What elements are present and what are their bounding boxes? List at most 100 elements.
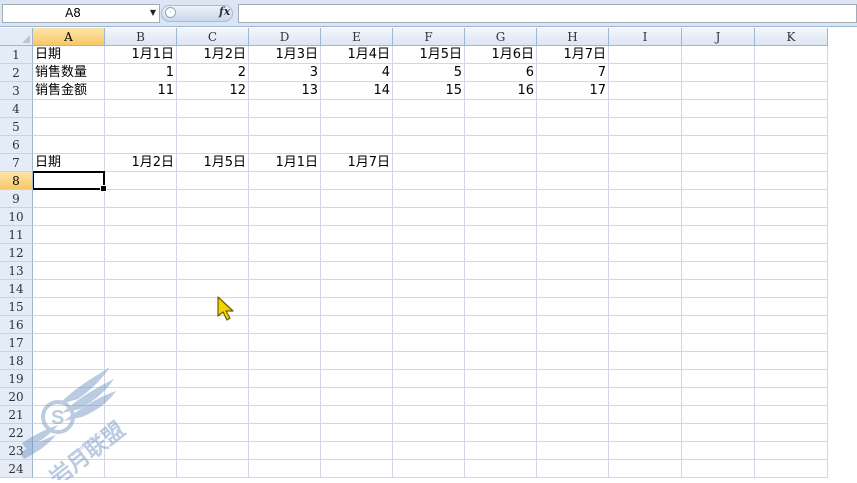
cell-c13[interactable]: [177, 262, 249, 280]
cell-b11[interactable]: [105, 226, 177, 244]
cell-d22[interactable]: [249, 424, 321, 442]
cell-k2[interactable]: [755, 64, 828, 82]
cell-h17[interactable]: [537, 334, 609, 352]
cell-i22[interactable]: [609, 424, 682, 442]
cell-b21[interactable]: [105, 406, 177, 424]
cell-g9[interactable]: [465, 190, 537, 208]
cell-c8[interactable]: [177, 172, 249, 190]
cell-b20[interactable]: [105, 388, 177, 406]
cell-c12[interactable]: [177, 244, 249, 262]
cell-j13[interactable]: [682, 262, 755, 280]
cell-i7[interactable]: [609, 154, 682, 172]
cell-f3[interactable]: 15: [393, 82, 465, 100]
row-header-19[interactable]: 19: [0, 370, 33, 388]
cell-k4[interactable]: [755, 100, 828, 118]
cell-f16[interactable]: [393, 316, 465, 334]
cell-h22[interactable]: [537, 424, 609, 442]
cell-a2[interactable]: 销售数量: [33, 64, 105, 82]
cell-g16[interactable]: [465, 316, 537, 334]
cell-i3[interactable]: [609, 82, 682, 100]
cell-d18[interactable]: [249, 352, 321, 370]
cell-a18[interactable]: [33, 352, 105, 370]
cell-f12[interactable]: [393, 244, 465, 262]
column-header-e[interactable]: E: [321, 28, 393, 46]
cell-k16[interactable]: [755, 316, 828, 334]
cell-j23[interactable]: [682, 442, 755, 460]
cell-f6[interactable]: [393, 136, 465, 154]
cell-f11[interactable]: [393, 226, 465, 244]
cell-h18[interactable]: [537, 352, 609, 370]
cell-g23[interactable]: [465, 442, 537, 460]
collapse-circle-icon[interactable]: ·: [165, 7, 176, 18]
row-header-4[interactable]: 4: [0, 100, 33, 118]
cell-e13[interactable]: [321, 262, 393, 280]
cell-f13[interactable]: [393, 262, 465, 280]
row-header-13[interactable]: 13: [0, 262, 33, 280]
cell-i16[interactable]: [609, 316, 682, 334]
cell-c9[interactable]: [177, 190, 249, 208]
row-header-3[interactable]: 3: [0, 82, 33, 100]
cell-i5[interactable]: [609, 118, 682, 136]
cell-h10[interactable]: [537, 208, 609, 226]
cell-f1[interactable]: 1月5日: [393, 46, 465, 64]
cell-f23[interactable]: [393, 442, 465, 460]
cell-k21[interactable]: [755, 406, 828, 424]
row-header-6[interactable]: 6: [0, 136, 33, 154]
cell-b23[interactable]: [105, 442, 177, 460]
cell-g8[interactable]: [465, 172, 537, 190]
cell-k23[interactable]: [755, 442, 828, 460]
cell-f4[interactable]: [393, 100, 465, 118]
select-all-button[interactable]: [0, 28, 33, 46]
cell-f14[interactable]: [393, 280, 465, 298]
column-header-h[interactable]: H: [537, 28, 609, 46]
cell-c16[interactable]: [177, 316, 249, 334]
cell-k11[interactable]: [755, 226, 828, 244]
cell-g12[interactable]: [465, 244, 537, 262]
cell-k22[interactable]: [755, 424, 828, 442]
cell-k12[interactable]: [755, 244, 828, 262]
cell-a23[interactable]: [33, 442, 105, 460]
cell-e19[interactable]: [321, 370, 393, 388]
column-header-d[interactable]: D: [249, 28, 321, 46]
cell-h21[interactable]: [537, 406, 609, 424]
cell-d10[interactable]: [249, 208, 321, 226]
column-header-f[interactable]: F: [393, 28, 465, 46]
cell-b13[interactable]: [105, 262, 177, 280]
cell-d6[interactable]: [249, 136, 321, 154]
cell-j4[interactable]: [682, 100, 755, 118]
cell-f24[interactable]: [393, 460, 465, 478]
cell-h3[interactable]: 17: [537, 82, 609, 100]
cell-c2[interactable]: 2: [177, 64, 249, 82]
cell-d9[interactable]: [249, 190, 321, 208]
cell-b14[interactable]: [105, 280, 177, 298]
cell-e20[interactable]: [321, 388, 393, 406]
cell-e18[interactable]: [321, 352, 393, 370]
cell-d5[interactable]: [249, 118, 321, 136]
cell-g21[interactable]: [465, 406, 537, 424]
row-header-17[interactable]: 17: [0, 334, 33, 352]
row-header-1[interactable]: 1: [0, 46, 33, 64]
cell-i21[interactable]: [609, 406, 682, 424]
cell-a5[interactable]: [33, 118, 105, 136]
cell-k7[interactable]: [755, 154, 828, 172]
cell-i19[interactable]: [609, 370, 682, 388]
cell-j5[interactable]: [682, 118, 755, 136]
cell-b5[interactable]: [105, 118, 177, 136]
row-header-5[interactable]: 5: [0, 118, 33, 136]
cell-h8[interactable]: [537, 172, 609, 190]
row-header-16[interactable]: 16: [0, 316, 33, 334]
cell-k19[interactable]: [755, 370, 828, 388]
cell-j10[interactable]: [682, 208, 755, 226]
cell-d15[interactable]: [249, 298, 321, 316]
cell-a20[interactable]: [33, 388, 105, 406]
cell-a11[interactable]: [33, 226, 105, 244]
cell-i4[interactable]: [609, 100, 682, 118]
cell-a15[interactable]: [33, 298, 105, 316]
cell-a9[interactable]: [33, 190, 105, 208]
cell-e17[interactable]: [321, 334, 393, 352]
cell-h2[interactable]: 7: [537, 64, 609, 82]
cell-h23[interactable]: [537, 442, 609, 460]
cell-h20[interactable]: [537, 388, 609, 406]
cell-k5[interactable]: [755, 118, 828, 136]
row-header-2[interactable]: 2: [0, 64, 33, 82]
